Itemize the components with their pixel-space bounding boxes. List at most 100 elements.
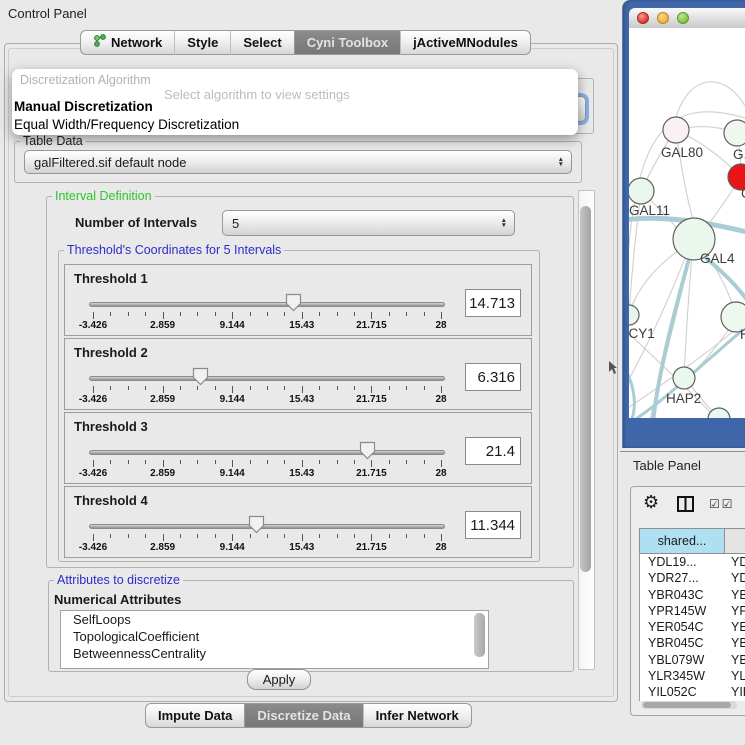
table-row[interactable]: YBR045CYBR0 xyxy=(640,635,745,651)
table-row[interactable]: YIL052CYIL0 xyxy=(640,684,745,700)
network-window-titlebar[interactable] xyxy=(629,8,745,29)
node-label-gcy1: GCY1 xyxy=(629,326,655,341)
tick-mark xyxy=(232,534,233,541)
tick-label: 21.715 xyxy=(356,320,387,331)
tick-mark xyxy=(93,312,94,319)
threshold-1-value-field[interactable]: 14.713 xyxy=(465,289,521,317)
table-hscrollbar-track[interactable] xyxy=(641,701,737,709)
threshold-2-value-field[interactable]: 6.316 xyxy=(465,363,521,391)
gear-icon[interactable]: ⚙ xyxy=(643,492,659,513)
table-row[interactable]: YER054CYER0 xyxy=(640,619,745,635)
numerical-attributes-list[interactable]: SelfLoopsTopologicalCoefficientBetweenne… xyxy=(60,610,489,669)
tick-label: 15.43 xyxy=(289,394,314,405)
threshold-1-panel: Threshold 1-3.4262.8599.14415.4321.71528… xyxy=(64,264,532,336)
table-row[interactable]: YLR345WYLR3 xyxy=(640,668,745,684)
table-row[interactable]: YBR043CYBR0 xyxy=(640,587,745,603)
tick-mark xyxy=(163,386,164,393)
attribute-item-topologicalcoefficient[interactable]: TopologicalCoefficient xyxy=(61,628,488,645)
threshold-1-slider-thumb[interactable] xyxy=(285,293,302,312)
tick-label: 9.144 xyxy=(220,394,245,405)
tick-label: 2.859 xyxy=(150,468,175,479)
number-of-intervals-value: 5 xyxy=(232,216,239,231)
table-row[interactable]: YDR27...YDR2 xyxy=(640,570,745,586)
algorithm-group-title-ghost: Discretization Algorithm xyxy=(20,73,151,87)
tab-label: Impute Data xyxy=(158,704,232,727)
tick-mark xyxy=(232,386,233,393)
cell-shared-name: YBR045C xyxy=(640,635,725,651)
tab-select[interactable]: Select xyxy=(230,30,293,55)
network-node[interactable] xyxy=(663,117,689,143)
node-label-h: H xyxy=(740,327,745,342)
zoom-traffic-light-icon[interactable] xyxy=(677,12,689,24)
node-label-gal80: GAL80 xyxy=(661,145,703,160)
tab-cyni-toolbox[interactable]: Cyni Toolbox xyxy=(294,30,400,55)
tick-mark xyxy=(110,312,111,316)
apply-button[interactable]: Apply xyxy=(247,669,311,690)
tick-mark xyxy=(319,312,320,316)
threshold-4-slider-track[interactable] xyxy=(89,524,445,529)
network-canvas[interactable]: GAL80G.CGAL11GAL4HGCY1HAP2 xyxy=(629,28,745,418)
column-layout-icon[interactable] xyxy=(677,496,694,512)
cell-shared-name: YLR345W xyxy=(640,668,725,684)
tick-mark xyxy=(406,534,407,538)
threshold-4-slider-thumb[interactable] xyxy=(248,515,265,534)
tab-label: Infer Network xyxy=(376,704,459,727)
table-row[interactable]: YPR145WYPR1 xyxy=(640,603,745,619)
threshold-2-slider-track[interactable] xyxy=(89,376,445,381)
tab-infer-network[interactable]: Infer Network xyxy=(363,703,472,728)
tick-mark xyxy=(406,312,407,316)
tab-impute-data[interactable]: Impute Data xyxy=(145,703,244,728)
table-row[interactable]: YBL079WYBL0 xyxy=(640,652,745,668)
list-scrollbar-thumb[interactable] xyxy=(474,613,485,657)
tick-mark xyxy=(180,312,181,316)
threshold-3-slider-track[interactable] xyxy=(89,450,445,455)
tick-mark xyxy=(110,460,111,464)
attribute-item-betweennesscentrality[interactable]: BetweennessCentrality xyxy=(61,645,488,662)
table-data-group-title: Table Data xyxy=(20,134,86,148)
table-hscrollbar-thumb[interactable] xyxy=(643,702,731,708)
tab-discretize-data[interactable]: Discretize Data xyxy=(244,703,362,728)
tick-mark xyxy=(354,534,355,538)
tab-style[interactable]: Style xyxy=(174,30,230,55)
network-node[interactable] xyxy=(629,178,654,204)
panel-scrollbar-thumb[interactable] xyxy=(580,206,591,572)
attribute-item-selfloops[interactable]: SelfLoops xyxy=(61,611,488,628)
tick-label: 21.715 xyxy=(356,542,387,553)
threshold-4-panel: Threshold 4-3.4262.8599.14415.4321.71528… xyxy=(64,486,532,558)
tick-label: -3.426 xyxy=(79,468,107,479)
threshold-4-value-field[interactable]: 11.344 xyxy=(465,511,521,539)
node-table[interactable]: YDL19...YDL1YDR27...YDR2YBR043CYBR0YPR14… xyxy=(639,554,745,701)
network-node[interactable] xyxy=(724,120,745,146)
close-traffic-light-icon[interactable] xyxy=(637,12,649,24)
node-label-gal4: GAL4 xyxy=(700,251,735,266)
option-equal-width-frequency[interactable]: Equal Width/Frequency Discretization xyxy=(14,117,239,132)
tick-mark xyxy=(267,312,268,316)
checkbox-icons[interactable]: ☑☑ xyxy=(709,497,735,511)
column-header-name[interactable]: n xyxy=(724,528,745,554)
minimize-traffic-light-icon[interactable] xyxy=(657,12,669,24)
threshold-3-value-field[interactable]: 21.4 xyxy=(465,437,521,465)
option-manual-discretization[interactable]: Manual Discretization xyxy=(14,99,153,114)
cell-name: YDR2 xyxy=(725,570,745,586)
threshold-2-slider-thumb[interactable] xyxy=(192,367,209,386)
tab-network[interactable]: Network xyxy=(80,30,174,55)
interval-definition-title: Interval Definition xyxy=(52,189,155,203)
tab-label: Discretize Data xyxy=(257,704,350,727)
cell-shared-name: YBL079W xyxy=(640,652,725,668)
table-data-combo[interactable]: galFiltered.sif default node ▲▼ xyxy=(24,150,572,174)
tick-mark xyxy=(197,386,198,390)
tick-mark xyxy=(302,386,303,393)
threshold-3-slider-thumb[interactable] xyxy=(359,441,376,460)
cell-name: YBR0 xyxy=(725,635,745,651)
tick-label: 28 xyxy=(435,468,446,479)
network-node[interactable] xyxy=(673,367,695,389)
column-header-shared[interactable]: shared... xyxy=(639,528,725,554)
tick-label: 2.859 xyxy=(150,394,175,405)
tab-jactivemnodules[interactable]: jActiveMNodules xyxy=(400,30,531,55)
tick-mark xyxy=(389,386,390,390)
threshold-1-slider-track[interactable] xyxy=(89,302,445,307)
table-row[interactable]: YDL19...YDL1 xyxy=(640,554,745,570)
number-of-intervals-combo[interactable]: 5 ▲▼ xyxy=(222,210,515,236)
tick-label: 9.144 xyxy=(220,542,245,553)
network-node[interactable] xyxy=(629,305,639,325)
